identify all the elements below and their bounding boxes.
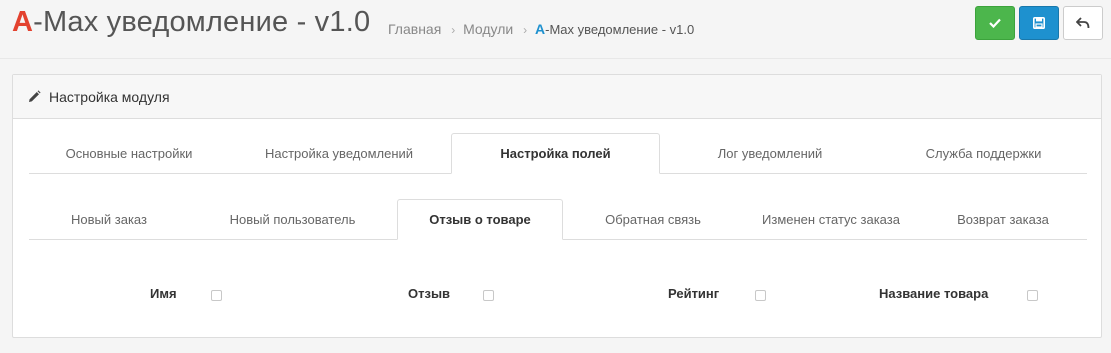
breadcrumb-separator-icon: › <box>523 23 528 37</box>
save-icon <box>1033 17 1045 29</box>
field-label-review: Отзыв <box>408 286 451 301</box>
module-settings-panel: Настройка модуля Основные настройки Наст… <box>12 74 1102 338</box>
breadcrumb-separator-icon: › <box>451 23 456 37</box>
tab-field-settings[interactable]: Настройка полей <box>451 133 660 174</box>
subtab-new-order[interactable]: Новый заказ <box>29 199 189 239</box>
field-checkbox-name[interactable] <box>211 290 222 301</box>
breadcrumb: Главная › Модули › A-Max уведомление - v… <box>388 21 694 37</box>
subtab-feedback[interactable]: Обратная связь <box>563 199 743 239</box>
subtab-order-status-changed[interactable]: Изменен статус заказа <box>743 199 919 239</box>
field-label-product-name: Название товара <box>879 286 989 301</box>
breadcrumb-home-link[interactable]: Главная <box>388 21 441 37</box>
subtab-order-return[interactable]: Возврат заказа <box>919 199 1087 239</box>
subtab-product-review[interactable]: Отзыв о товаре <box>397 199 563 240</box>
field-toggles: Имя Отзыв Рейтинг Название товара <box>13 280 1103 310</box>
check-icon <box>989 18 1001 28</box>
field-checkbox-review[interactable] <box>483 290 494 301</box>
save-and-stay-button[interactable] <box>975 6 1015 40</box>
tab-support[interactable]: Служба поддержки <box>880 133 1087 173</box>
tab-main-settings[interactable]: Основные настройки <box>29 133 229 173</box>
field-checkbox-product-name[interactable] <box>1027 290 1038 301</box>
subtab-new-user[interactable]: Новый пользователь <box>189 199 396 239</box>
tab-notification-log[interactable]: Лог уведомлений <box>660 133 880 173</box>
tab-notification-settings[interactable]: Настройка уведомлений <box>229 133 449 173</box>
field-label-name: Имя <box>150 286 177 301</box>
panel-heading: Настройка модуля <box>13 75 1101 119</box>
title-text: -Max уведомление - v1.0 <box>33 6 371 38</box>
page-title: A-Max уведомление - v1.0 <box>12 6 370 39</box>
field-checkbox-rating[interactable] <box>755 290 766 301</box>
field-label-rating: Рейтинг <box>668 286 720 301</box>
title-brand-letter: A <box>12 6 34 38</box>
pencil-icon <box>27 89 41 104</box>
sub-tabs: Новый заказ Новый пользователь Отзыв о т… <box>29 199 1087 240</box>
breadcrumb-modules-link[interactable]: Модули <box>463 21 513 37</box>
breadcrumb-current-link[interactable]: A-Max уведомление - v1.0 <box>535 21 694 37</box>
back-button[interactable] <box>1063 6 1103 40</box>
page-header: A-Max уведомление - v1.0 Главная › Модул… <box>0 0 1111 59</box>
reply-icon <box>1076 17 1090 29</box>
save-button[interactable] <box>1019 6 1059 40</box>
panel-heading-title: Настройка модуля <box>49 88 170 105</box>
main-tabs: Основные настройки Настройка уведомлений… <box>29 133 1087 174</box>
